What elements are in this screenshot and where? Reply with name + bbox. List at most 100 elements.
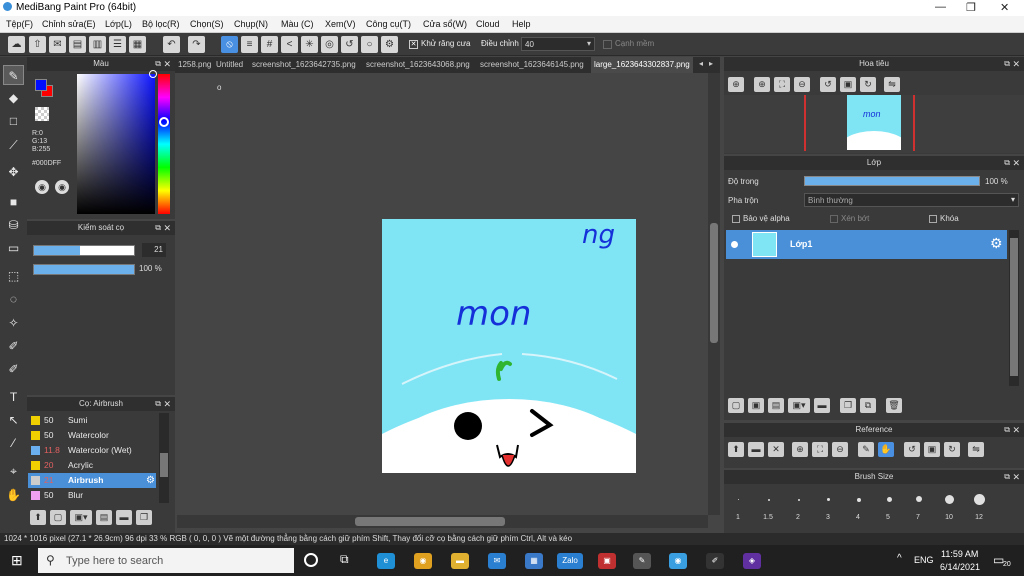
dot-tool-icon[interactable]: ⟋ xyxy=(3,135,24,155)
menu-view[interactable]: Xem(V) xyxy=(325,19,356,29)
brush-size-preset[interactable] xyxy=(887,497,892,502)
tab-document[interactable]: screenshot_1623646145.png xyxy=(477,57,587,73)
brush-menu-icon[interactable]: ▣▾ xyxy=(70,510,92,525)
close-icon[interactable]: ✕ xyxy=(163,221,171,235)
eraser-tool-icon[interactable]: ◆ xyxy=(3,88,24,108)
undock-icon[interactable]: ⧉ xyxy=(155,221,161,235)
snap-radial-icon[interactable]: ✳ xyxy=(301,36,318,53)
transparent-color-swatch[interactable] xyxy=(35,107,49,121)
rotate-right-icon[interactable]: ↻ xyxy=(860,77,876,92)
menu-color[interactable]: Màu (C) xyxy=(281,19,314,29)
palette-settings-icon[interactable]: ◉ xyxy=(55,180,69,194)
picker-cursor[interactable] xyxy=(149,70,157,78)
select-eraser-tool-icon[interactable]: ✐ xyxy=(3,359,24,379)
clock-date[interactable]: 6/14/2021 xyxy=(940,562,980,572)
fox-app-icon[interactable]: ◈ xyxy=(743,553,761,569)
brush-item[interactable]: 50 Sumi xyxy=(28,413,156,428)
brush-size-preset[interactable] xyxy=(916,496,922,502)
store-icon[interactable]: ▦ xyxy=(525,553,543,569)
maximize-icon[interactable]: ❐ xyxy=(966,1,976,14)
tab-scroll-right-icon[interactable]: ▸ xyxy=(709,59,713,68)
undock-icon[interactable]: ⧉ xyxy=(1004,423,1010,437)
eyedropper-icon[interactable]: ✎ xyxy=(858,442,874,457)
app-icon[interactable]: ▣ xyxy=(598,553,616,569)
windows-start-icon[interactable]: ⊞ xyxy=(11,553,23,567)
upload-icon[interactable]: ⬆ xyxy=(728,442,744,457)
canvas-horizontal-scrollbar[interactable] xyxy=(177,515,708,528)
chat-icon[interactable]: ▤ xyxy=(69,36,86,53)
pen-app-icon[interactable]: ✐ xyxy=(706,553,724,569)
document-icon[interactable]: ▥ xyxy=(89,36,106,53)
language-indicator[interactable]: ENG xyxy=(914,555,934,565)
menu-file[interactable]: Tệp(F) xyxy=(6,19,33,29)
zalo-icon[interactable]: Zalo xyxy=(557,553,583,569)
merge-layer-icon[interactable]: ⧉ xyxy=(860,398,876,413)
folder-icon[interactable]: ▬ xyxy=(748,442,764,457)
snap-off-icon[interactable]: ⦸ xyxy=(221,36,238,53)
brush-size-preset[interactable] xyxy=(974,494,985,505)
menu-help[interactable]: Help xyxy=(512,19,531,29)
duplicate-icon[interactable]: ❐ xyxy=(136,510,152,525)
new-layer-icon[interactable]: ▢ xyxy=(728,398,744,413)
undock-icon[interactable]: ⧉ xyxy=(1004,57,1010,71)
lasso-tool-icon[interactable]: ◌ xyxy=(3,289,24,309)
shape-tool-icon[interactable]: □ xyxy=(3,111,24,131)
fit-icon[interactable]: ⛶ xyxy=(812,442,828,457)
snap-parallel-icon[interactable]: ≡ xyxy=(241,36,258,53)
close-icon[interactable]: ✕ xyxy=(163,57,171,71)
new-layer-8bit-icon[interactable]: ▣ xyxy=(748,398,764,413)
canvas-area[interactable]: o ng mon xyxy=(177,73,708,515)
close-icon[interactable]: ✕ xyxy=(1000,1,1009,14)
lock-checkbox[interactable] xyxy=(929,215,937,223)
scrollbar-thumb[interactable] xyxy=(160,453,168,477)
gradient-tool-icon[interactable]: ▭ xyxy=(3,238,24,258)
mail-icon[interactable]: ✉ xyxy=(488,553,506,569)
rotate-left-icon[interactable]: ↺ xyxy=(820,77,836,92)
rotate-left-icon[interactable]: ↺ xyxy=(904,442,920,457)
eye-icon[interactable] xyxy=(731,241,738,248)
close-icon[interactable]: ✕ xyxy=(1012,156,1020,170)
clip-checkbox[interactable] xyxy=(830,215,838,223)
brush-size-preset[interactable] xyxy=(798,499,800,501)
snap-curve-icon[interactable]: ↺ xyxy=(341,36,358,53)
flip-icon[interactable]: ⇋ xyxy=(884,77,900,92)
scrollbar-thumb[interactable] xyxy=(355,517,505,526)
close-icon[interactable]: ✕ xyxy=(1012,423,1020,437)
brush-size-slider[interactable] xyxy=(33,245,135,256)
tab-scroll-left-icon[interactable]: ◂ xyxy=(699,59,703,68)
hue-slider[interactable] xyxy=(158,74,170,214)
grid-icon[interactable]: ▦ xyxy=(129,36,146,53)
scrollbar-thumb[interactable] xyxy=(1010,238,1018,376)
layer-scrollbar[interactable] xyxy=(1009,230,1019,386)
cloud-icon[interactable]: ☁ xyxy=(8,36,25,53)
task-view-icon[interactable]: ⧉ xyxy=(340,552,349,567)
brush-item[interactable]: 50 Watercolor xyxy=(28,428,156,443)
reset-rotation-icon[interactable]: ▣ xyxy=(924,442,940,457)
select-pen-tool-icon[interactable]: ✐ xyxy=(3,336,24,356)
tab-document[interactable]: 1258.png xyxy=(175,57,214,73)
brush-size-preset[interactable] xyxy=(945,495,954,504)
undo-icon[interactable]: ↶ xyxy=(163,36,180,53)
brush-item[interactable]: 11.8 Watercolor (Wet) xyxy=(28,443,156,458)
menu-select[interactable]: Chọn(S) xyxy=(190,19,224,29)
eyedropper-tool-icon[interactable]: ⌖ xyxy=(3,461,24,481)
chrome-icon[interactable]: ◉ xyxy=(414,553,432,569)
menu-window[interactable]: Cửa sổ(W) xyxy=(423,19,467,29)
layer-menu-icon[interactable]: ▣▾ xyxy=(788,398,810,413)
brush-size-preset[interactable] xyxy=(857,498,861,502)
saturation-value-picker[interactable] xyxy=(77,74,155,214)
scrollbar-thumb[interactable] xyxy=(710,223,718,343)
reset-rotation-icon[interactable]: ▣ xyxy=(840,77,856,92)
snap-cross-icon[interactable]: # xyxy=(261,36,278,53)
undock-icon[interactable]: ⧉ xyxy=(1004,156,1010,170)
flip-icon[interactable]: ⇋ xyxy=(968,442,984,457)
layer-row[interactable]: Lớp1 ⚙ xyxy=(726,230,1007,259)
brush-tool-icon[interactable]: ✎ xyxy=(3,65,24,85)
brush-size-preset[interactable] xyxy=(738,499,739,500)
cortana-icon[interactable] xyxy=(304,553,318,567)
gear-icon[interactable]: ⚙ xyxy=(990,235,1003,252)
navigator-preview[interactable]: mon xyxy=(724,95,1024,153)
add-brush-icon[interactable]: ⬆ xyxy=(30,510,46,525)
layer-opacity-slider[interactable] xyxy=(804,176,980,186)
protect-alpha-checkbox[interactable] xyxy=(732,215,740,223)
